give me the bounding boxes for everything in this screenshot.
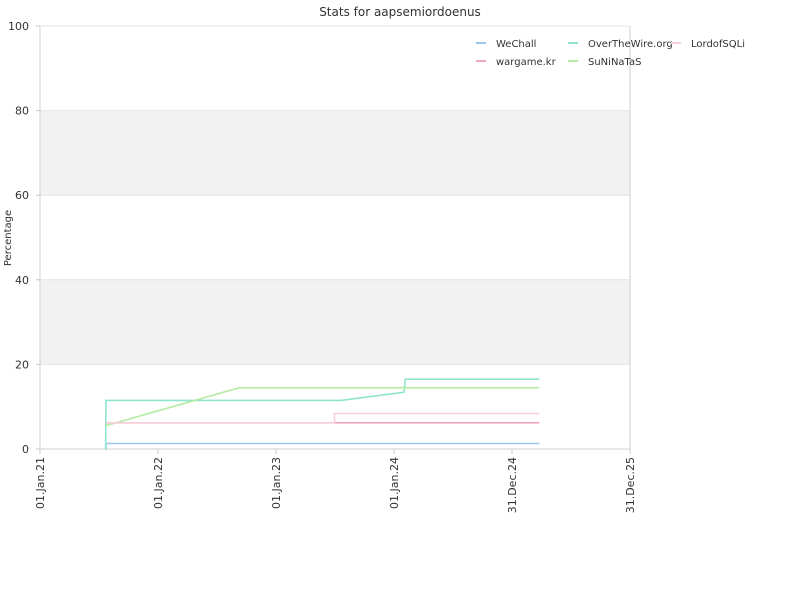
x-tick-label: 01.Jan.23 [270, 457, 283, 509]
gridlines [40, 25, 630, 450]
y-tick-label: 40 [15, 274, 29, 287]
y-tick-label: 80 [15, 105, 29, 118]
legend-label: LordofSQLi [691, 39, 745, 50]
legend-label: SuNiNaTaS [588, 57, 641, 68]
band-1 [40, 110, 630, 196]
x-tick-label: 01.Jan.21 [34, 457, 47, 509]
x-tick-label: 01.Jan.22 [152, 457, 165, 509]
series-line-lordofsqli [105, 412, 540, 424]
y-tick-label: 60 [15, 189, 29, 202]
legend: WeChall wargame.kr OverTheWire.org SuNiNaTa… [476, 39, 745, 68]
y-tick-label: 0 [22, 443, 29, 456]
legend-label: WeChall [496, 39, 536, 50]
series-lines [104, 378, 540, 450]
x-axis-ticks: 01.Jan.21 01.Jan.22 01.Jan.23 01.Jan.24 31.D… [34, 449, 637, 513]
legend-label: OverTheWire.org [588, 39, 673, 50]
band-0 [40, 279, 630, 365]
y-axis-label: Percentage [3, 210, 14, 266]
series-line-wechall [105, 442, 540, 450]
y-tick-label: 100 [8, 20, 29, 33]
legend-label: wargame.kr [496, 57, 557, 68]
x-tick-label: 31.Dec.25 [624, 457, 637, 513]
chart-title: Stats for aapsemiordoenus [319, 5, 481, 19]
y-tick-label: 20 [15, 358, 29, 371]
chart: 0 20 40 60 80 100 01.Jan.21 01.Jan.22 01.Jan.23… [3, 5, 745, 513]
x-tick-label: 31.Dec.24 [506, 457, 519, 513]
series-line-suninatas [105, 386, 540, 427]
x-tick-label: 01.Jan.24 [388, 457, 401, 509]
background-bands [40, 110, 630, 365]
